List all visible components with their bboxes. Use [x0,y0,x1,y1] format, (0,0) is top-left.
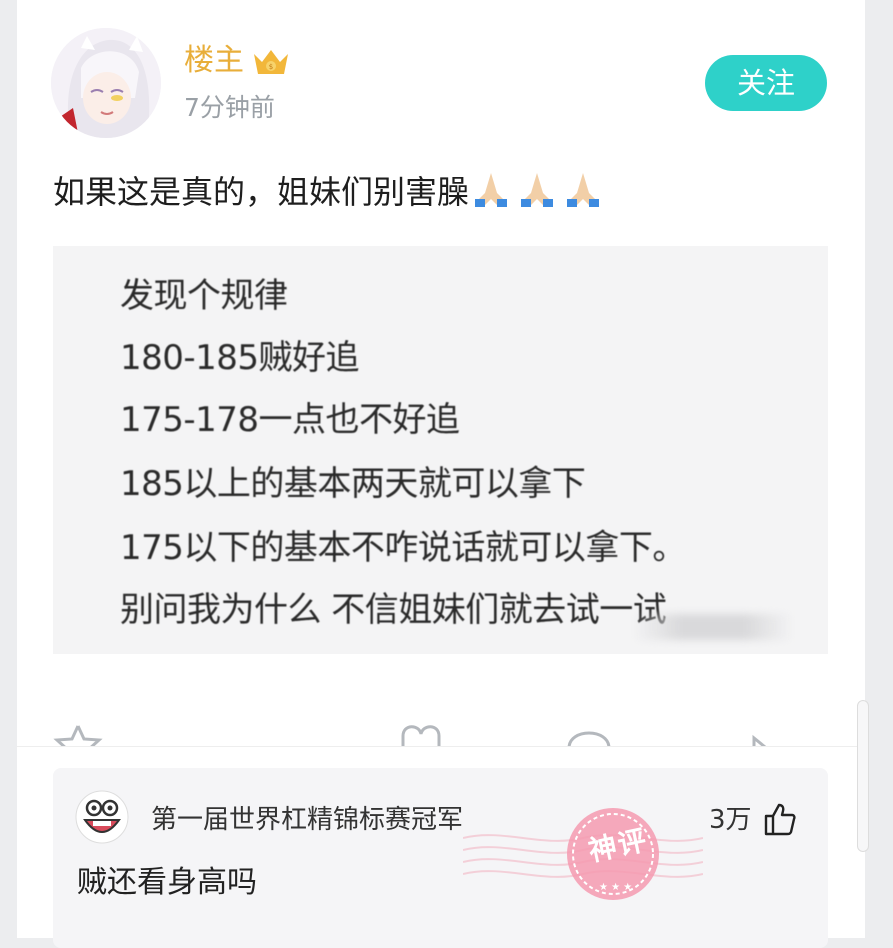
hot-comment[interactable]: ★ ★ ★ 神评 第一届世界杠精锦标赛冠军 3万 贼还看身高吗 [53,768,828,948]
image-text-line: 180-185贼好追 [120,338,360,378]
comment-icon[interactable] [565,722,625,746]
blurred-watermark [633,614,793,640]
svg-text:★ ★ ★: ★ ★ ★ [599,882,632,893]
praying-hands-icon [475,173,508,207]
post-image[interactable]: 发现个规律 180-185贼好追 175-178一点也不好追 185以上的基本两… [53,246,828,654]
praying-hands-emoji-group [471,171,603,209]
image-text-line: 175-178一点也不好追 [120,400,460,440]
star-icon[interactable] [51,722,105,746]
svg-text:$: $ [269,63,273,71]
post-card: 楼主 $ 7分钟前 关注 如果这是真的，姐妹们别害臊 发现个规律 180-185… [17,0,865,948]
post-text: 如果这是真的，姐妹们别害臊 [53,173,470,211]
author-name[interactable]: 楼主 [184,42,244,80]
comment-like-count: 3万 [709,805,752,835]
follow-button[interactable]: 关注 [705,55,827,111]
praying-hands-icon [567,173,600,207]
commenter-avatar[interactable] [75,790,129,844]
share-icon[interactable] [732,722,792,746]
post-action-bar [17,718,865,746]
scrollbar[interactable] [857,700,869,852]
comment-text: 贼还看身高吗 [77,865,257,900]
image-text-line: 别问我为什么 不信姐妹们就去试一试 [120,590,667,630]
anime-avatar-image [51,28,161,138]
post-time: 7分钟前 [184,93,275,122]
crown-icon: $ [254,50,288,74]
thumbs-up-icon[interactable] [764,802,796,836]
commenter-name[interactable]: 第一届世界杠精锦标赛冠军 [151,804,463,836]
divider [17,746,865,747]
image-text-line: 发现个规律 [120,276,288,316]
like-heart-icon[interactable] [395,722,455,746]
image-text-line: 175以下的基本不咋说话就可以拿下。 [120,528,686,568]
image-text-line: 185以上的基本两天就可以拿下 [120,464,586,504]
author-avatar[interactable] [51,28,161,138]
praying-hands-icon [521,173,554,207]
post-body: 如果这是真的，姐妹们别害臊 [53,170,603,214]
hot-comment-stamp: ★ ★ ★ [463,808,703,900]
